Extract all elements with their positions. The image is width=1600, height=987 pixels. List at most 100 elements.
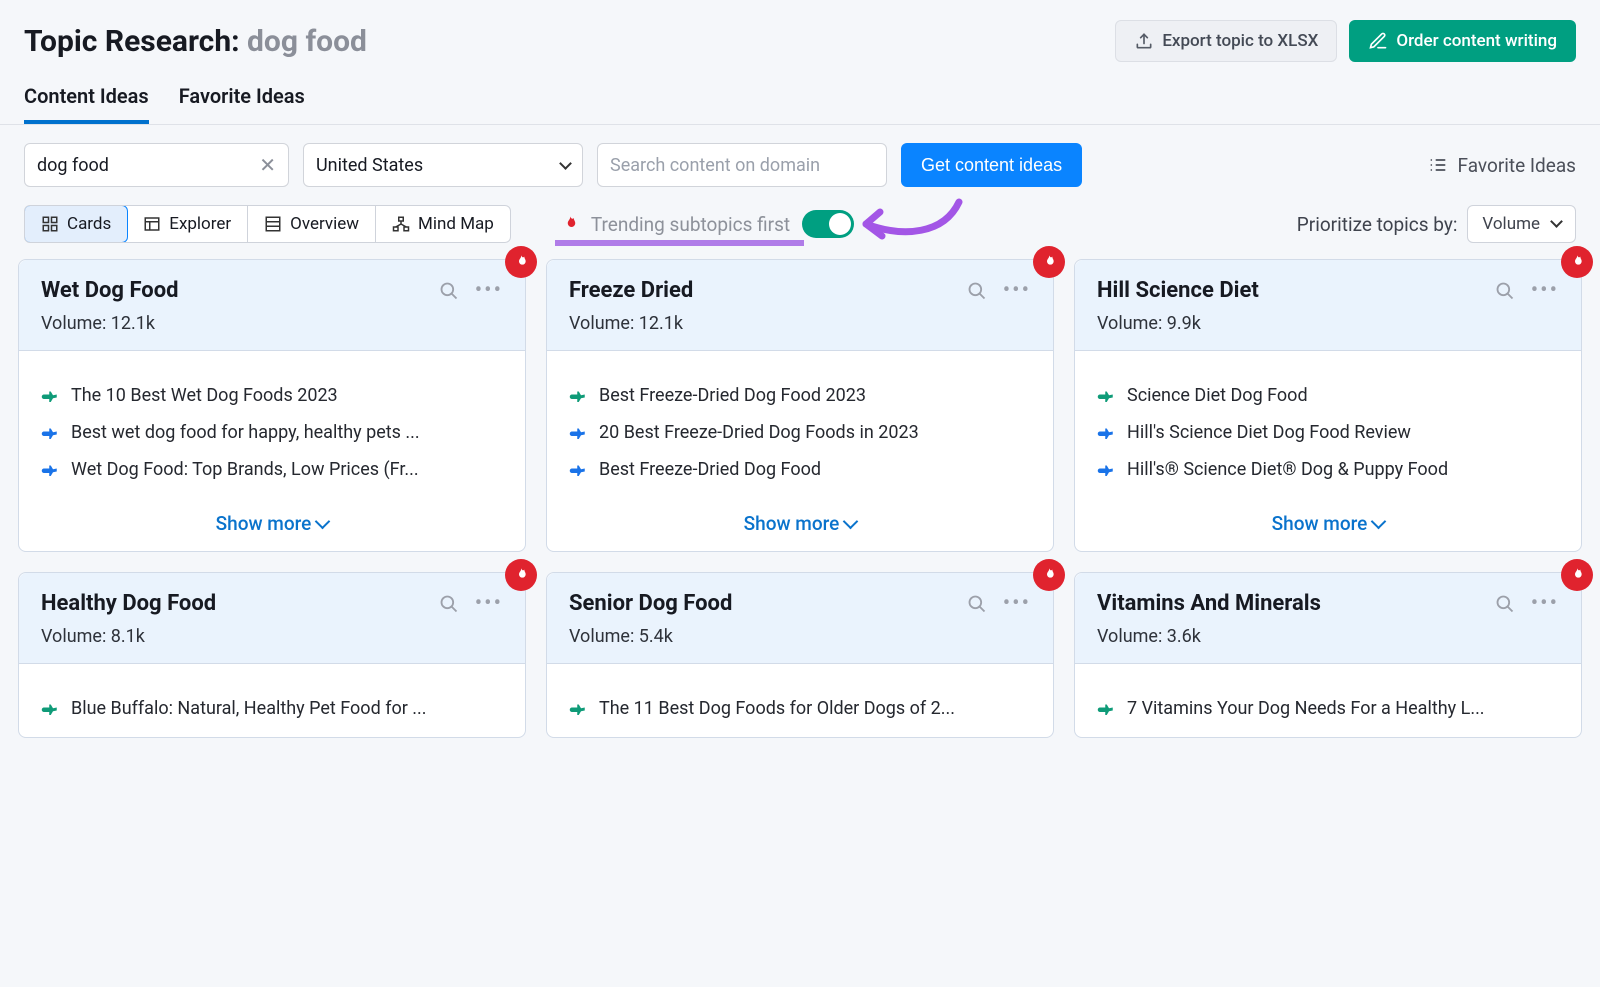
- view-explorer-button[interactable]: Explorer: [127, 206, 248, 242]
- mindmap-icon: [392, 215, 410, 233]
- topic-input[interactable]: dog food ✕: [24, 143, 289, 187]
- more-icon[interactable]: •••: [475, 591, 503, 616]
- show-more-button[interactable]: Show more: [547, 498, 1053, 551]
- favorite-ideas-link[interactable]: Favorite Ideas: [1428, 154, 1576, 177]
- megaphone-icon: [1097, 461, 1115, 479]
- megaphone-icon: [41, 700, 59, 718]
- prioritize-label: Prioritize topics by:: [1297, 213, 1458, 236]
- export-label: Export topic to XLSX: [1162, 31, 1318, 51]
- content-item[interactable]: Wet Dog Food: Top Brands, Low Prices (Fr…: [41, 451, 503, 488]
- view-cards-button[interactable]: Cards: [24, 205, 128, 243]
- tab-favorite-ideas[interactable]: Favorite Ideas: [179, 84, 305, 124]
- content-item-text: Hill's® Science Diet® Dog & Puppy Food: [1127, 459, 1448, 480]
- trending-toggle[interactable]: [802, 210, 854, 238]
- card-volume: Volume: 12.1k: [569, 313, 1031, 334]
- content-item[interactable]: 7 Vitamins Your Dog Needs For a Healthy …: [1097, 690, 1559, 727]
- content-item[interactable]: The 11 Best Dog Foods for Older Dogs of …: [569, 690, 1031, 727]
- tab-content-ideas[interactable]: Content Ideas: [24, 84, 149, 124]
- view-cards-label: Cards: [67, 214, 111, 234]
- chevron-down-icon: [1546, 214, 1561, 234]
- card-volume: Volume: 8.1k: [41, 626, 503, 647]
- search-icon[interactable]: [1495, 594, 1515, 614]
- card-title: Senior Dog Food: [569, 591, 732, 616]
- page-title: Topic Research: dog food: [24, 24, 367, 59]
- more-icon[interactable]: •••: [1003, 278, 1031, 303]
- clear-topic-icon[interactable]: ✕: [259, 153, 276, 177]
- chevron-down-icon: [555, 155, 570, 176]
- content-item[interactable]: Hill's® Science Diet® Dog & Puppy Food: [1097, 451, 1559, 488]
- domain-search-input[interactable]: Search content on domain: [597, 143, 887, 187]
- trending-badge: [505, 246, 537, 278]
- trending-badge: [1561, 246, 1593, 278]
- trending-badge: [1561, 559, 1593, 591]
- search-icon[interactable]: [439, 594, 459, 614]
- content-item-text: Hill's Science Diet Dog Food Review: [1127, 422, 1411, 443]
- view-overview-button[interactable]: Overview: [248, 206, 376, 242]
- card-title: Freeze Dried: [569, 278, 693, 303]
- topic-card: Wet Dog Food ••• Volume: 12.1k The 10 Best …: [18, 259, 526, 552]
- content-item[interactable]: Science Diet Dog Food: [1097, 377, 1559, 414]
- search-icon[interactable]: [439, 281, 459, 301]
- show-more-button[interactable]: Show more: [1075, 498, 1581, 551]
- more-icon[interactable]: •••: [1531, 591, 1559, 616]
- content-item-text: 20 Best Freeze-Dried Dog Foods in 2023: [599, 422, 919, 443]
- search-icon[interactable]: [1495, 281, 1515, 301]
- card-title: Wet Dog Food: [41, 278, 179, 303]
- megaphone-icon: [1097, 424, 1115, 442]
- more-icon[interactable]: •••: [1003, 591, 1031, 616]
- megaphone-icon: [41, 461, 59, 479]
- card-volume: Volume: 3.6k: [1097, 626, 1559, 647]
- annotation-arrow: [854, 194, 964, 250]
- search-icon[interactable]: [967, 281, 987, 301]
- card-volume: Volume: 12.1k: [41, 313, 503, 334]
- prioritize-select[interactable]: Volume: [1467, 205, 1576, 243]
- order-label: Order content writing: [1396, 31, 1557, 51]
- explorer-icon: [143, 215, 161, 233]
- trending-badge: [1033, 246, 1065, 278]
- content-item[interactable]: Blue Buffalo: Natural, Healthy Pet Food …: [41, 690, 503, 727]
- card-title: Hill Science Diet: [1097, 278, 1259, 303]
- export-icon: [1134, 31, 1154, 51]
- view-switcher: Cards Explorer Overview Mind Map: [24, 205, 511, 243]
- annotation-underline: [555, 240, 804, 246]
- megaphone-icon: [1097, 700, 1115, 718]
- content-item-text: Best Freeze-Dried Dog Food: [599, 459, 821, 480]
- country-value: United States: [316, 155, 423, 176]
- content-item[interactable]: 20 Best Freeze-Dried Dog Foods in 2023: [569, 414, 1031, 451]
- favorite-ideas-label: Favorite Ideas: [1458, 154, 1576, 177]
- content-item[interactable]: Best Freeze-Dried Dog Food 2023: [569, 377, 1031, 414]
- get-content-ideas-button[interactable]: Get content ideas: [901, 143, 1082, 187]
- search-icon[interactable]: [967, 594, 987, 614]
- view-explorer-label: Explorer: [169, 214, 231, 234]
- megaphone-icon: [41, 424, 59, 442]
- show-more-button[interactable]: Show more: [19, 498, 525, 551]
- export-button[interactable]: Export topic to XLSX: [1115, 20, 1337, 62]
- card-volume: Volume: 5.4k: [569, 626, 1031, 647]
- country-select[interactable]: United States: [303, 143, 583, 187]
- card-title: Healthy Dog Food: [41, 591, 216, 616]
- edit-icon: [1368, 31, 1388, 51]
- view-mindmap-button[interactable]: Mind Map: [376, 206, 510, 242]
- cards-icon: [41, 215, 59, 233]
- megaphone-icon: [569, 387, 587, 405]
- content-item-text: The 10 Best Wet Dog Foods 2023: [71, 385, 338, 406]
- content-item-text: 7 Vitamins Your Dog Needs For a Healthy …: [1127, 698, 1485, 719]
- content-item[interactable]: Best Freeze-Dried Dog Food: [569, 451, 1031, 488]
- megaphone-icon: [569, 461, 587, 479]
- topic-card: Vitamins And Minerals ••• Volume: 3.6k 7 Vi…: [1074, 572, 1582, 738]
- content-item[interactable]: Best wet dog food for happy, healthy pet…: [41, 414, 503, 451]
- content-item[interactable]: Hill's Science Diet Dog Food Review: [1097, 414, 1559, 451]
- title-topic: dog food: [247, 24, 367, 59]
- order-content-button[interactable]: Order content writing: [1349, 20, 1576, 62]
- title-prefix: Topic Research:: [24, 24, 247, 59]
- fire-icon: [561, 214, 579, 234]
- topic-value: dog food: [37, 155, 109, 176]
- more-icon[interactable]: •••: [475, 278, 503, 303]
- view-mindmap-label: Mind Map: [418, 214, 494, 234]
- overview-icon: [264, 215, 282, 233]
- view-overview-label: Overview: [290, 214, 359, 234]
- more-icon[interactable]: •••: [1531, 278, 1559, 303]
- megaphone-icon: [1097, 387, 1115, 405]
- card-title: Vitamins And Minerals: [1097, 591, 1321, 616]
- content-item[interactable]: The 10 Best Wet Dog Foods 2023: [41, 377, 503, 414]
